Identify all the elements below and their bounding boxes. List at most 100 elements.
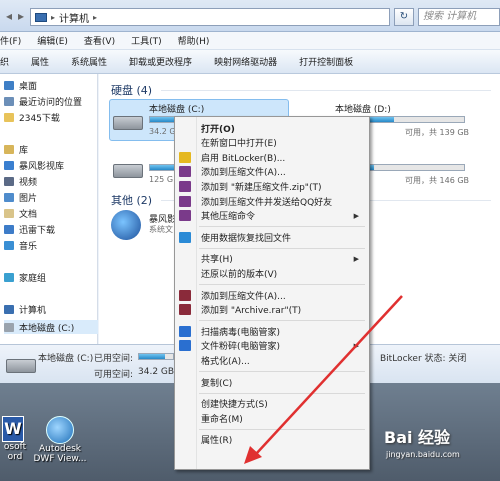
context-menu-item[interactable]: 重命名(M) (175, 411, 369, 425)
open-control-panel-button[interactable]: 打开控制面板 (299, 55, 353, 68)
status-drive-name: 本地磁盘 (C:) (38, 354, 94, 364)
baidu-watermark-url: jingyan.baidu.com (386, 450, 460, 459)
context-menu-item[interactable]: 共享(H) ▶ (175, 252, 369, 266)
context-menu-item[interactable]: 添加到压缩文件(A)... (175, 165, 369, 179)
command-bar: 织 属性 系统属性 卸载或更改程序 映射网络驱动器 打开控制面板 (0, 50, 500, 74)
context-menu-item[interactable]: 文件粉碎(电脑管家) ▶ (175, 339, 369, 353)
uninstall-program-button[interactable]: 卸载或更改程序 (129, 55, 192, 68)
menu-edit[interactable]: 编辑(E) (37, 34, 68, 47)
status-bitlocker: BitLocker 状态: 关闭 (380, 354, 467, 364)
context-menu-item[interactable]: 复制(C) (175, 375, 369, 389)
context-menu-item[interactable]: 在新窗口中打开(E) (175, 136, 369, 150)
context-menu-label: 扫描病毒(电脑管家) (201, 327, 281, 338)
breadcrumb-chevron-icon[interactable]: ▸ (93, 13, 97, 22)
desktop-icon-label: DWF View... (33, 454, 87, 464)
context-menu-item[interactable]: 添加到压缩文件(A)... (175, 288, 369, 302)
menu-view[interactable]: 查看(V) (84, 34, 115, 47)
context-menu-label: 格式化(A)... (201, 356, 250, 367)
address-text: 计算机 (59, 13, 90, 25)
sidebar-item[interactable]: 最近访问的位置 (4, 94, 82, 108)
sidebar-item[interactable]: 图片 (4, 190, 37, 204)
context-menu-label: 添加到 "新建压缩文件.zip"(T) (201, 182, 322, 193)
autodesk-dwf-icon (46, 416, 74, 444)
sidebar-item[interactable]: 视频 (4, 174, 37, 188)
sidebar-item-label: 视频 (19, 177, 38, 188)
sidebar-item[interactable]: 桌面 (4, 78, 37, 92)
submenu-arrow-icon: ▶ (353, 211, 359, 220)
properties-button[interactable]: 属性 (31, 55, 49, 68)
documents-icon (4, 208, 14, 218)
video-icon (4, 176, 14, 186)
context-menu-item[interactable]: 其他压缩命令 ▶ (175, 209, 369, 223)
hdd-group-title[interactable]: 硬盘 (4) (111, 82, 152, 98)
storm-media-icon (111, 210, 141, 240)
context-menu-item[interactable]: 创建快捷方式(S) (175, 397, 369, 411)
context-menu-item[interactable]: 使用数据恢复找回文件 (175, 230, 369, 244)
computer-icon (4, 304, 14, 314)
drive-name: 本地磁盘 (C:) (149, 105, 205, 115)
system-properties-button[interactable]: 系统属性 (71, 55, 107, 68)
navigation-pane: 桌面最近访问的位置 2345下载库暴风影视库视频图片文档迅雷下载音乐家庭组计算机本… (0, 74, 98, 344)
context-menu-item[interactable]: 属性(R) (175, 433, 369, 447)
sidebar-item-label: 桌面 (19, 81, 38, 92)
other-group-title[interactable]: 其他 (2) (111, 192, 152, 208)
data-recovery-icon (179, 231, 191, 243)
map-network-drive-button[interactable]: 映射网络驱动器 (214, 55, 277, 68)
sidebar-item[interactable]: 音乐 (4, 238, 37, 252)
pictures-icon (4, 192, 14, 202)
desktop-icon-label: Autodesk (38, 444, 82, 454)
context-menu-item[interactable]: 打开(O) (175, 121, 369, 135)
menu-help[interactable]: 帮助(H) (178, 34, 210, 47)
desktop-icon (4, 80, 14, 90)
context-menu: 打开(O) 在新窗口中打开(E) 启用 BitLocker(B)... 添加到压缩文件… (174, 116, 370, 470)
menu-file[interactable]: 件(F) (0, 34, 21, 47)
sidebar-item[interactable]: 迅雷下载 (4, 222, 55, 236)
sidebar-item[interactable]: 文档 (4, 206, 37, 220)
folder-icon (4, 112, 14, 122)
context-menu-item[interactable]: 添加到压缩文件并发送给QQ好友 (175, 194, 369, 208)
sidebar-item[interactable]: 计算机 (4, 302, 46, 316)
sidebar-item[interactable]: 2345下载 (4, 110, 60, 124)
search-input[interactable]: 搜索 计算机 (418, 8, 500, 26)
context-menu-label: 复制(C) (201, 378, 233, 389)
address-input[interactable]: ▸ 计算机 ▸ (30, 8, 390, 26)
context-menu-item[interactable]: 扫描病毒(电脑管家) (175, 324, 369, 338)
context-menu-label: 其他压缩命令 (201, 212, 256, 223)
context-menu-label: 添加到压缩文件并发送给QQ好友 (201, 197, 333, 208)
sidebar-item[interactable]: 暴风影视库 (4, 158, 64, 172)
status-free-value: 34.2 GB (138, 367, 175, 377)
hard-drive-icon (111, 108, 145, 134)
desktop-icon-autodesk[interactable]: Autodesk DWF View... (30, 416, 90, 464)
organize-button[interactable]: 织 (0, 55, 9, 68)
sidebar-item-label: 迅雷下载 (19, 225, 56, 236)
menu-separator (199, 371, 365, 372)
sidebar-item[interactable]: 库 (4, 142, 28, 156)
homegroup-icon (4, 272, 14, 282)
context-menu-label: 启用 BitLocker(B)... (201, 153, 286, 164)
context-menu-item[interactable]: 添加到 "新建压缩文件.zip"(T) (175, 179, 369, 193)
context-menu-label: 文件粉碎(电脑管家) (201, 342, 281, 353)
menu-separator (199, 226, 365, 228)
forward-button[interactable]: ▸ (14, 6, 28, 26)
context-menu-label: 共享(H) (201, 255, 233, 266)
sidebar-item[interactable]: 家庭组 (4, 270, 46, 284)
hard-drive-icon (4, 351, 38, 377)
refresh-button[interactable]: ↻ (394, 8, 414, 26)
context-menu-item[interactable]: 添加到 "Archive.rar"(T) (175, 303, 369, 317)
context-menu-label: 创建快捷方式(S) (201, 400, 268, 411)
desktop-icon-word[interactable]: W osoft ord (0, 416, 30, 462)
baidu-watermark: Bai 经验 (384, 428, 451, 447)
context-menu-label: 打开(O) (201, 124, 235, 135)
library-icon (4, 144, 14, 154)
sidebar-item-label: 计算机 (19, 305, 47, 316)
menu-tools[interactable]: 工具(T) (131, 34, 162, 47)
bitlocker-shield-icon (179, 151, 191, 163)
sidebar-item[interactable]: 本地磁盘 (C:) (4, 320, 98, 334)
context-menu-label: 使用数据恢复找回文件 (201, 233, 292, 244)
item-type: 系统文 (149, 225, 173, 234)
menu-separator (199, 428, 365, 430)
context-menu-item[interactable]: 启用 BitLocker(B)... (175, 150, 369, 164)
context-menu-item[interactable]: 还原以前的版本(V) (175, 266, 369, 280)
context-menu-item[interactable]: 格式化(A)... (175, 353, 369, 367)
context-menu-label: 在新窗口中打开(E) (201, 139, 277, 150)
